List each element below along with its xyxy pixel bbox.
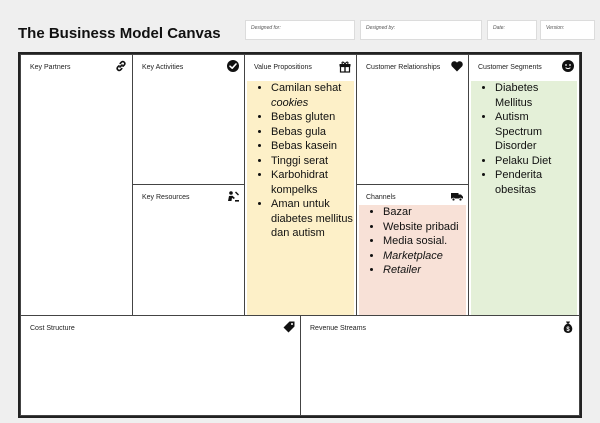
key-resources-block[interactable]: Key Resources: [132, 184, 245, 316]
heart-icon: [450, 59, 464, 73]
face-icon: [561, 59, 575, 73]
customer-segments-list: Diabetes Mellitus Autism Spectrum Disord…: [471, 81, 577, 197]
list-item: Penderita obesitas: [495, 168, 577, 197]
designed-by-field[interactable]: Designed by:: [360, 20, 482, 40]
designed-by-label: Designed by:: [366, 25, 396, 31]
channels-title: Channels: [366, 194, 396, 201]
price-tag-icon: [282, 320, 296, 334]
key-partners-block[interactable]: Key Partners: [20, 54, 133, 316]
list-item-emphasis: cookies: [271, 96, 309, 109]
check-circle-icon: [226, 59, 240, 73]
list-item: Aman untuk diabetes mellitus dan autism: [271, 197, 354, 241]
designed-for-label: Designed for:: [251, 25, 281, 31]
list-item: Website pribadi: [383, 220, 466, 235]
customer-segments-note: Diabetes Mellitus Autism Spectrum Disord…: [471, 81, 577, 315]
cost-structure-title: Cost Structure: [30, 325, 75, 332]
list-item: Tinggi serat: [271, 154, 354, 169]
list-item: Camilan sehat cookies: [271, 81, 354, 110]
page-title: The Business Model Canvas: [18, 25, 221, 42]
channels-note: Bazar Website pribadi Media sosial. Mark…: [359, 205, 466, 315]
list-item: Bebas gluten: [271, 110, 354, 125]
key-partners-title: Key Partners: [30, 64, 71, 71]
gift-icon: [338, 59, 352, 73]
customer-relationships-block[interactable]: Customer Relationships: [356, 54, 469, 185]
key-activities-block[interactable]: Key Activities: [132, 54, 245, 185]
date-field[interactable]: Date:: [487, 20, 537, 40]
value-propositions-title: Value Propositions: [254, 64, 312, 71]
link-icon: [114, 59, 128, 73]
money-bag-icon: $: [561, 320, 575, 334]
revenue-streams-title: Revenue Streams: [310, 325, 367, 332]
list-item: Autism Spectrum Disorder: [495, 110, 577, 154]
designed-for-field[interactable]: Designed for:: [245, 20, 355, 40]
version-label: Version:: [546, 25, 565, 31]
truck-icon: [450, 189, 464, 203]
value-propositions-note: Camilan sehat cookies Bebas gluten Bebas…: [247, 81, 354, 315]
business-model-canvas: Key Partners Key Activities Key Resource…: [18, 52, 582, 418]
value-propositions-list: Camilan sehat cookies Bebas gluten Bebas…: [247, 81, 354, 241]
date-label: Date:: [493, 25, 505, 31]
list-item: Media sosial.: [383, 234, 466, 249]
revenue-streams-block[interactable]: Revenue Streams $: [300, 315, 580, 416]
key-resources-title: Key Resources: [142, 194, 190, 201]
channels-list: Bazar Website pribadi Media sosial. Mark…: [359, 205, 466, 278]
value-propositions-block[interactable]: Value Propositions Camilan sehat cookies…: [244, 54, 357, 316]
cost-structure-block[interactable]: Cost Structure: [20, 315, 301, 416]
list-item: Bebas kasein: [271, 139, 354, 154]
customer-segments-title: Customer Segments: [478, 64, 542, 71]
list-item-text: Camilan sehat: [271, 82, 342, 94]
list-item: Karbohidrat kompelks: [271, 168, 354, 197]
version-field[interactable]: Version:: [540, 20, 595, 40]
worker-icon: [226, 189, 240, 203]
list-item: Bebas gula: [271, 125, 354, 140]
list-item: Marketplace: [383, 249, 466, 264]
list-item: Retailer: [383, 263, 466, 278]
list-item: Pelaku Diet: [495, 154, 577, 169]
customer-relationships-title: Customer Relationships: [366, 64, 441, 71]
channels-block[interactable]: Channels Bazar Website pribadi Media sos…: [356, 184, 469, 316]
customer-segments-block[interactable]: Customer Segments Diabetes Mellitus Auti…: [468, 54, 580, 316]
list-item: Diabetes Mellitus: [495, 81, 577, 110]
list-item: Bazar: [383, 205, 466, 220]
key-activities-title: Key Activities: [142, 64, 184, 71]
